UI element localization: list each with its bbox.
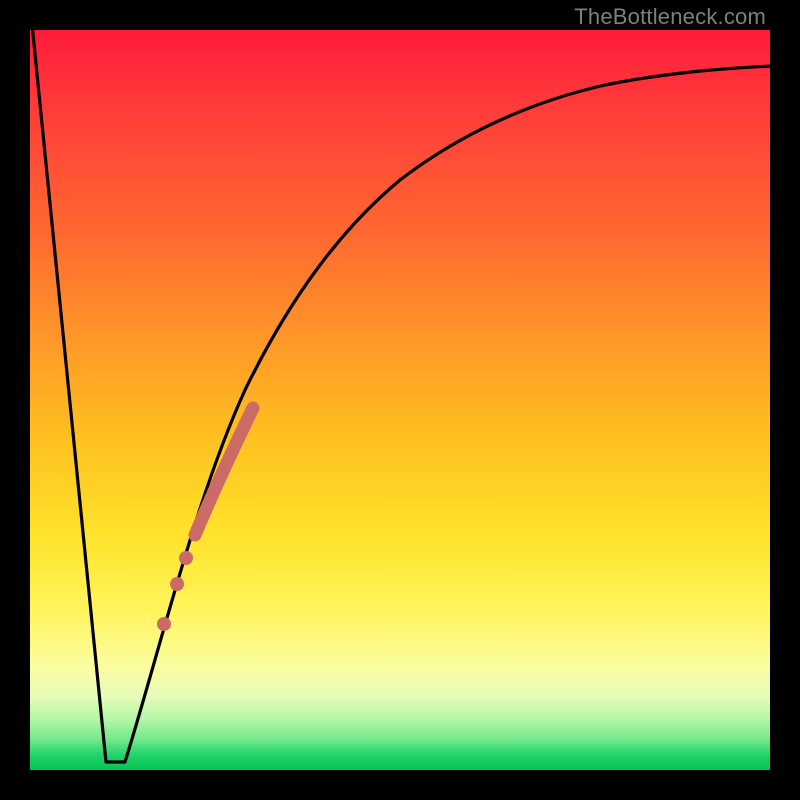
chart-border <box>0 0 800 800</box>
chart-root: TheBottleneck.com <box>0 0 800 800</box>
attribution-text: TheBottleneck.com <box>574 4 766 30</box>
